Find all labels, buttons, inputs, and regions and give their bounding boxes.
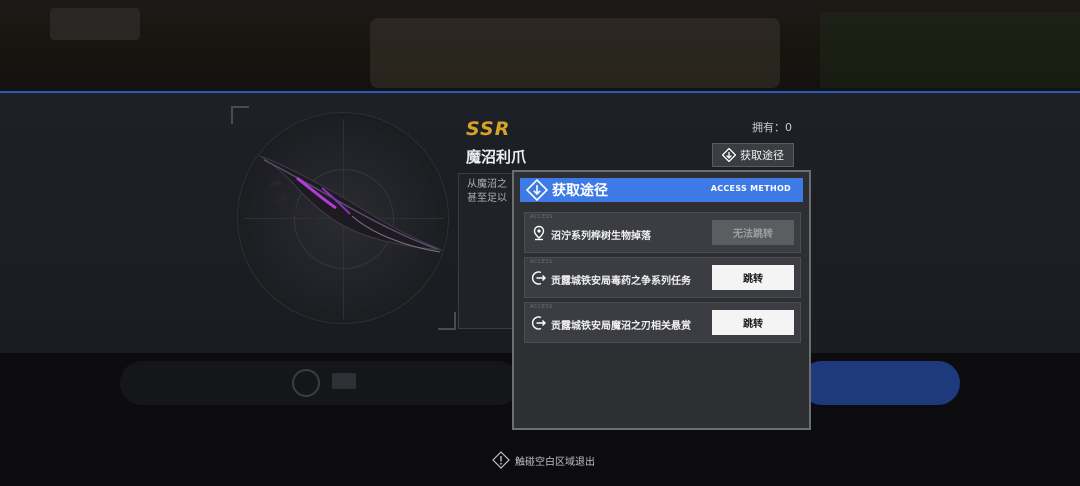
exit-hint[interactable]: 触碰空白区域退出 <box>492 451 595 469</box>
item-description: 从魔沼之 甚至足以 <box>458 173 514 329</box>
obtain-method-dialog: 获取途径 ACCESS METHOD ACCESS 沼泞系列桦树生物掉落 无法跳… <box>512 170 811 430</box>
description-line: 甚至足以 <box>467 193 507 204</box>
background-label <box>332 373 356 389</box>
go-button-disabled: 无法跳转 <box>712 220 794 245</box>
map-pin-icon <box>533 225 545 241</box>
route-tag: ACCESS <box>530 214 553 220</box>
owned-count: 拥有：0 <box>752 121 792 134</box>
go-button[interactable]: 跳转 <box>712 310 794 335</box>
route-item: ACCESS 沼泞系列桦树生物掉落 无法跳转 <box>524 212 801 253</box>
go-button[interactable]: 跳转 <box>712 265 794 290</box>
exit-arrow-icon <box>531 271 546 285</box>
rarity-badge: SSR <box>466 118 511 140</box>
exit-arrow-icon <box>531 316 546 330</box>
frame-corner <box>231 106 249 124</box>
dialog-header: 获取途径 ACCESS METHOD <box>520 178 803 202</box>
route-tag: ACCESS <box>530 259 553 265</box>
background-circle-icon <box>292 369 320 397</box>
exit-hint-text: 触碰空白区域退出 <box>515 456 595 468</box>
description-line: 从魔沼之 <box>467 179 507 190</box>
background-blur-element <box>50 8 140 40</box>
route-text: 沼泞系列桦树生物掉落 <box>551 231 651 242</box>
background-scene <box>0 0 1080 92</box>
background-bar <box>120 361 520 405</box>
route-text: 贡露城铁安局魔沼之刃相关悬赏 <box>551 321 691 332</box>
obtain-method-label: 获取途径 <box>740 149 784 162</box>
item-name: 魔沼利爪 <box>466 148 527 166</box>
frame-corner <box>438 312 456 330</box>
diamond-arrow-icon <box>526 179 548 201</box>
diamond-arrow-icon <box>722 148 736 162</box>
route-tag: ACCESS <box>530 304 553 310</box>
background-blur-element <box>370 18 780 88</box>
route-item: ACCESS 贡露城铁安局毒药之争系列任务 跳转 <box>524 257 801 298</box>
obtain-method-button[interactable]: 获取途径 <box>712 143 794 167</box>
route-text: 贡露城铁安局毒药之争系列任务 <box>551 276 691 287</box>
dialog-subtitle: ACCESS METHOD <box>710 184 791 193</box>
route-item: ACCESS 贡露城铁安局魔沼之刃相关悬赏 跳转 <box>524 302 801 343</box>
background-blue-button <box>800 361 960 405</box>
dialog-title: 获取途径 <box>552 183 608 199</box>
weapon-claw-image <box>259 155 443 253</box>
background-blur-element <box>820 12 1080 88</box>
diamond-info-icon <box>492 451 510 469</box>
